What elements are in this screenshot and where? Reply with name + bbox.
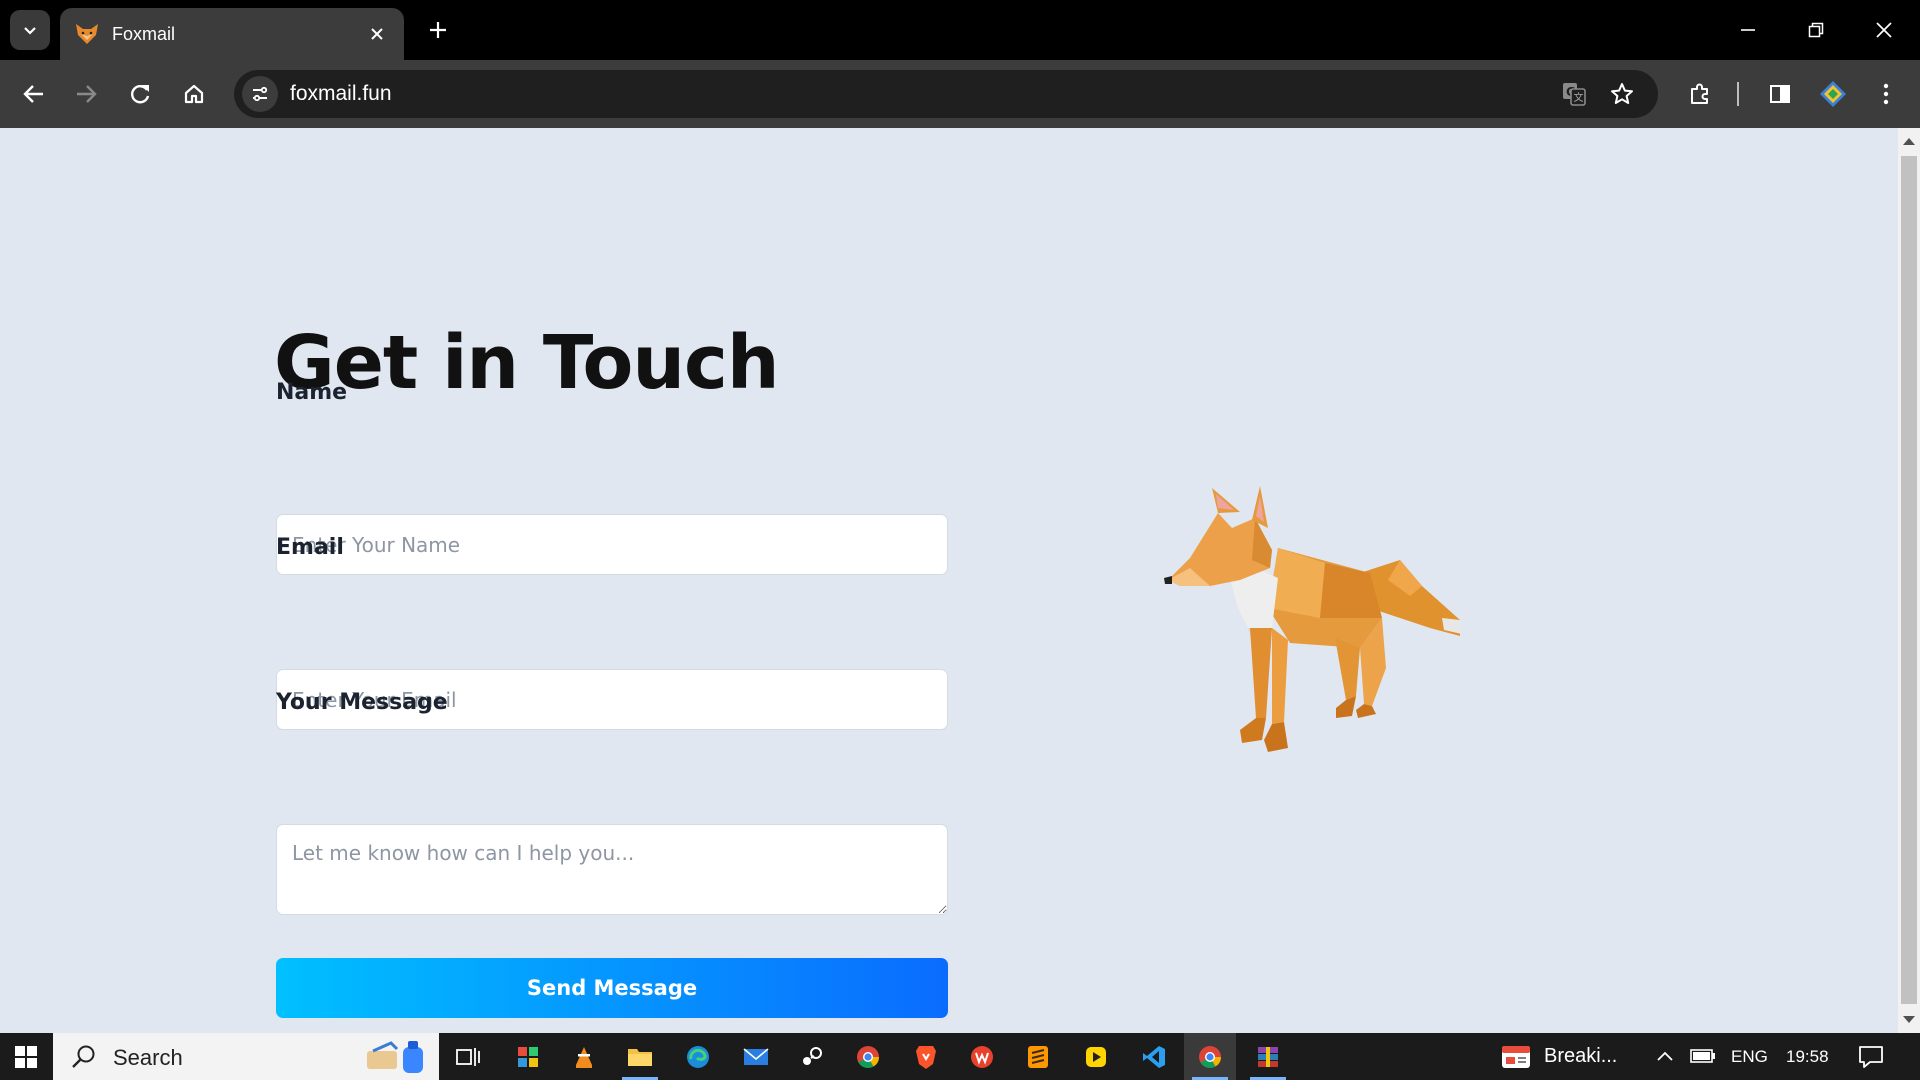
wps-icon — [971, 1045, 993, 1068]
taskbar-app-vscode[interactable] — [1128, 1033, 1180, 1080]
fox-favicon-icon — [74, 21, 100, 47]
app-icon — [1086, 1046, 1106, 1067]
message-textarea[interactable] — [276, 824, 948, 915]
windows-taskbar: Search Breaki... ENG 19:58 — [0, 1033, 1920, 1080]
sublime-icon — [1028, 1045, 1048, 1068]
chevron-down-icon — [24, 27, 36, 35]
taskbar-search-box[interactable]: Search — [53, 1033, 439, 1080]
address-bar[interactable]: foxmail.fun G文 — [234, 70, 1658, 118]
steam-icon — [803, 1046, 822, 1065]
search-highlight-icon — [367, 1041, 423, 1073]
name-label: Name — [276, 380, 348, 405]
taskbar-app-winrar[interactable] — [1242, 1033, 1294, 1080]
new-tab-button[interactable] — [420, 12, 456, 48]
notification-icon[interactable] — [1858, 1045, 1884, 1069]
forward-button[interactable] — [66, 74, 106, 114]
toolbar-divider — [1737, 82, 1739, 106]
start-button[interactable] — [0, 1033, 52, 1080]
battery-icon[interactable] — [1690, 1047, 1716, 1065]
search-label: Search — [113, 1045, 183, 1070]
svg-text:文: 文 — [1574, 91, 1584, 104]
tab-title: Foxmail — [112, 23, 176, 44]
close-window-button[interactable] — [1850, 0, 1918, 60]
news-icon — [1502, 1045, 1530, 1068]
scroll-thumb[interactable] — [1901, 156, 1917, 1004]
tab-strip: Foxmail — [0, 0, 1920, 60]
url-text[interactable]: foxmail.fun — [290, 82, 392, 106]
translate-icon[interactable]: G文 — [1558, 78, 1590, 110]
close-tab-icon[interactable] — [364, 21, 390, 47]
search-icon — [72, 1045, 95, 1068]
browser-toolbar: foxmail.fun G文 — [0, 60, 1920, 128]
windows-logo-icon — [15, 1045, 37, 1068]
arrow-right-icon — [77, 85, 97, 103]
send-message-button[interactable]: Send Message — [276, 958, 948, 1018]
home-icon — [184, 84, 204, 104]
restore-button[interactable] — [1782, 0, 1850, 60]
chevron-up-icon[interactable] — [1656, 1049, 1674, 1063]
low-poly-fox-illustration — [1164, 486, 1462, 752]
tab-foxmail[interactable]: Foxmail — [60, 8, 404, 60]
profile-avatar-icon — [1820, 81, 1846, 107]
puzzle-icon — [1691, 83, 1708, 104]
scroll-up-arrow-icon[interactable] — [1903, 138, 1915, 145]
bookmark-star-icon[interactable] — [1606, 78, 1638, 110]
close-icon — [1876, 22, 1892, 38]
taskbar-app-file-explorer[interactable] — [614, 1033, 666, 1080]
back-button[interactable] — [14, 74, 54, 114]
side-panel-icon — [1770, 85, 1790, 103]
news-headline: Breaki... — [1544, 1045, 1618, 1067]
folder-icon — [628, 1048, 652, 1066]
arrow-left-icon — [23, 85, 43, 103]
chrome-icon — [1199, 1045, 1221, 1068]
taskbar-app-mail[interactable] — [730, 1033, 782, 1080]
office-icon — [518, 1046, 538, 1067]
language-indicator[interactable]: ENG — [1731, 1047, 1768, 1067]
page-scrollbar[interactable] — [1898, 128, 1920, 1033]
clock[interactable]: 19:58 — [1786, 1047, 1829, 1067]
profile-avatar[interactable] — [1813, 74, 1853, 114]
extensions-button[interactable] — [1680, 74, 1720, 114]
chrome-icon — [857, 1045, 879, 1068]
message-label: Your Message — [276, 690, 448, 715]
tab-search-button[interactable] — [10, 10, 50, 50]
taskbar-app-chrome-1[interactable] — [842, 1033, 894, 1080]
scroll-down-arrow-icon[interactable] — [1903, 1016, 1915, 1023]
page-viewport: Get in Touch Name Email Your Message Sen… — [0, 128, 1898, 1033]
more-vertical-icon — [1883, 83, 1889, 105]
taskbar-app-yellow[interactable] — [1070, 1033, 1122, 1080]
side-panel-button[interactable] — [1760, 74, 1800, 114]
task-view-button[interactable] — [442, 1033, 494, 1080]
page-title: Get in Touch — [274, 320, 780, 406]
edge-icon — [687, 1045, 709, 1068]
taskbar-app-wps[interactable] — [956, 1033, 1008, 1080]
restore-icon — [1808, 22, 1824, 38]
menu-button[interactable] — [1866, 74, 1906, 114]
name-input[interactable] — [276, 514, 948, 575]
plus-icon — [430, 22, 446, 38]
home-button[interactable] — [174, 74, 214, 114]
taskbar-app-office[interactable] — [502, 1033, 554, 1080]
minimize-button[interactable] — [1714, 0, 1782, 60]
email-label: Email — [276, 535, 344, 560]
mail-icon — [743, 1047, 769, 1065]
task-view-icon — [456, 1047, 480, 1066]
taskbar-app-edge[interactable] — [672, 1033, 724, 1080]
winrar-icon — [1258, 1046, 1278, 1067]
taskbar-app-sublime[interactable] — [1012, 1033, 1064, 1080]
vlc-icon — [576, 1046, 592, 1068]
taskbar-app-steam[interactable] — [786, 1033, 838, 1080]
taskbar-app-vlc[interactable] — [558, 1033, 610, 1080]
site-info-icon[interactable] — [242, 76, 278, 112]
brave-icon — [916, 1045, 936, 1069]
taskbar-app-brave[interactable] — [900, 1033, 952, 1080]
vscode-icon — [1143, 1045, 1165, 1068]
news-widget[interactable]: Breaki... — [1500, 1033, 1650, 1080]
reload-button[interactable] — [120, 74, 160, 114]
minimize-icon — [1741, 29, 1755, 31]
reload-icon — [131, 85, 150, 104]
taskbar-app-chrome-active[interactable] — [1184, 1033, 1236, 1080]
